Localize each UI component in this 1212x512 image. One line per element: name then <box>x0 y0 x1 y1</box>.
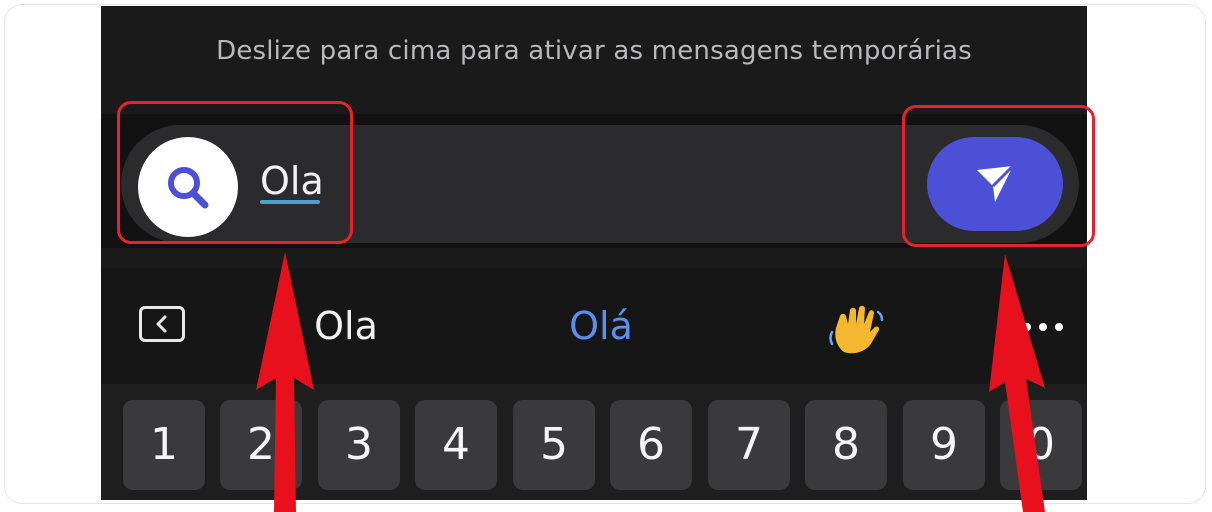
keyboard-back-button[interactable] <box>139 306 185 342</box>
key-8[interactable]: 8 <box>805 400 887 490</box>
highlight-box-search <box>117 101 353 244</box>
chevron-left-icon <box>156 315 167 333</box>
key-3[interactable]: 3 <box>318 400 400 490</box>
arrow-up-left <box>256 252 314 512</box>
suggestion-ola-accented[interactable]: Olá <box>551 302 651 350</box>
waving-hand-icon <box>829 305 884 354</box>
phone-screen: Deslize para cima para ativar as mensage… <box>101 6 1087 500</box>
key-5[interactable]: 5 <box>513 400 595 490</box>
key-1[interactable]: 1 <box>123 400 205 490</box>
key-9[interactable]: 9 <box>903 400 985 490</box>
highlight-box-send <box>902 105 1095 247</box>
key-7[interactable]: 7 <box>708 400 790 490</box>
key-4[interactable]: 4 <box>415 400 497 490</box>
key-6[interactable]: 6 <box>610 400 692 490</box>
arrow-up-right <box>989 254 1045 512</box>
disappearing-messages-hint: Deslize para cima para ativar as mensage… <box>216 36 972 66</box>
suggestion-wave-emoji[interactable] <box>806 302 906 369</box>
